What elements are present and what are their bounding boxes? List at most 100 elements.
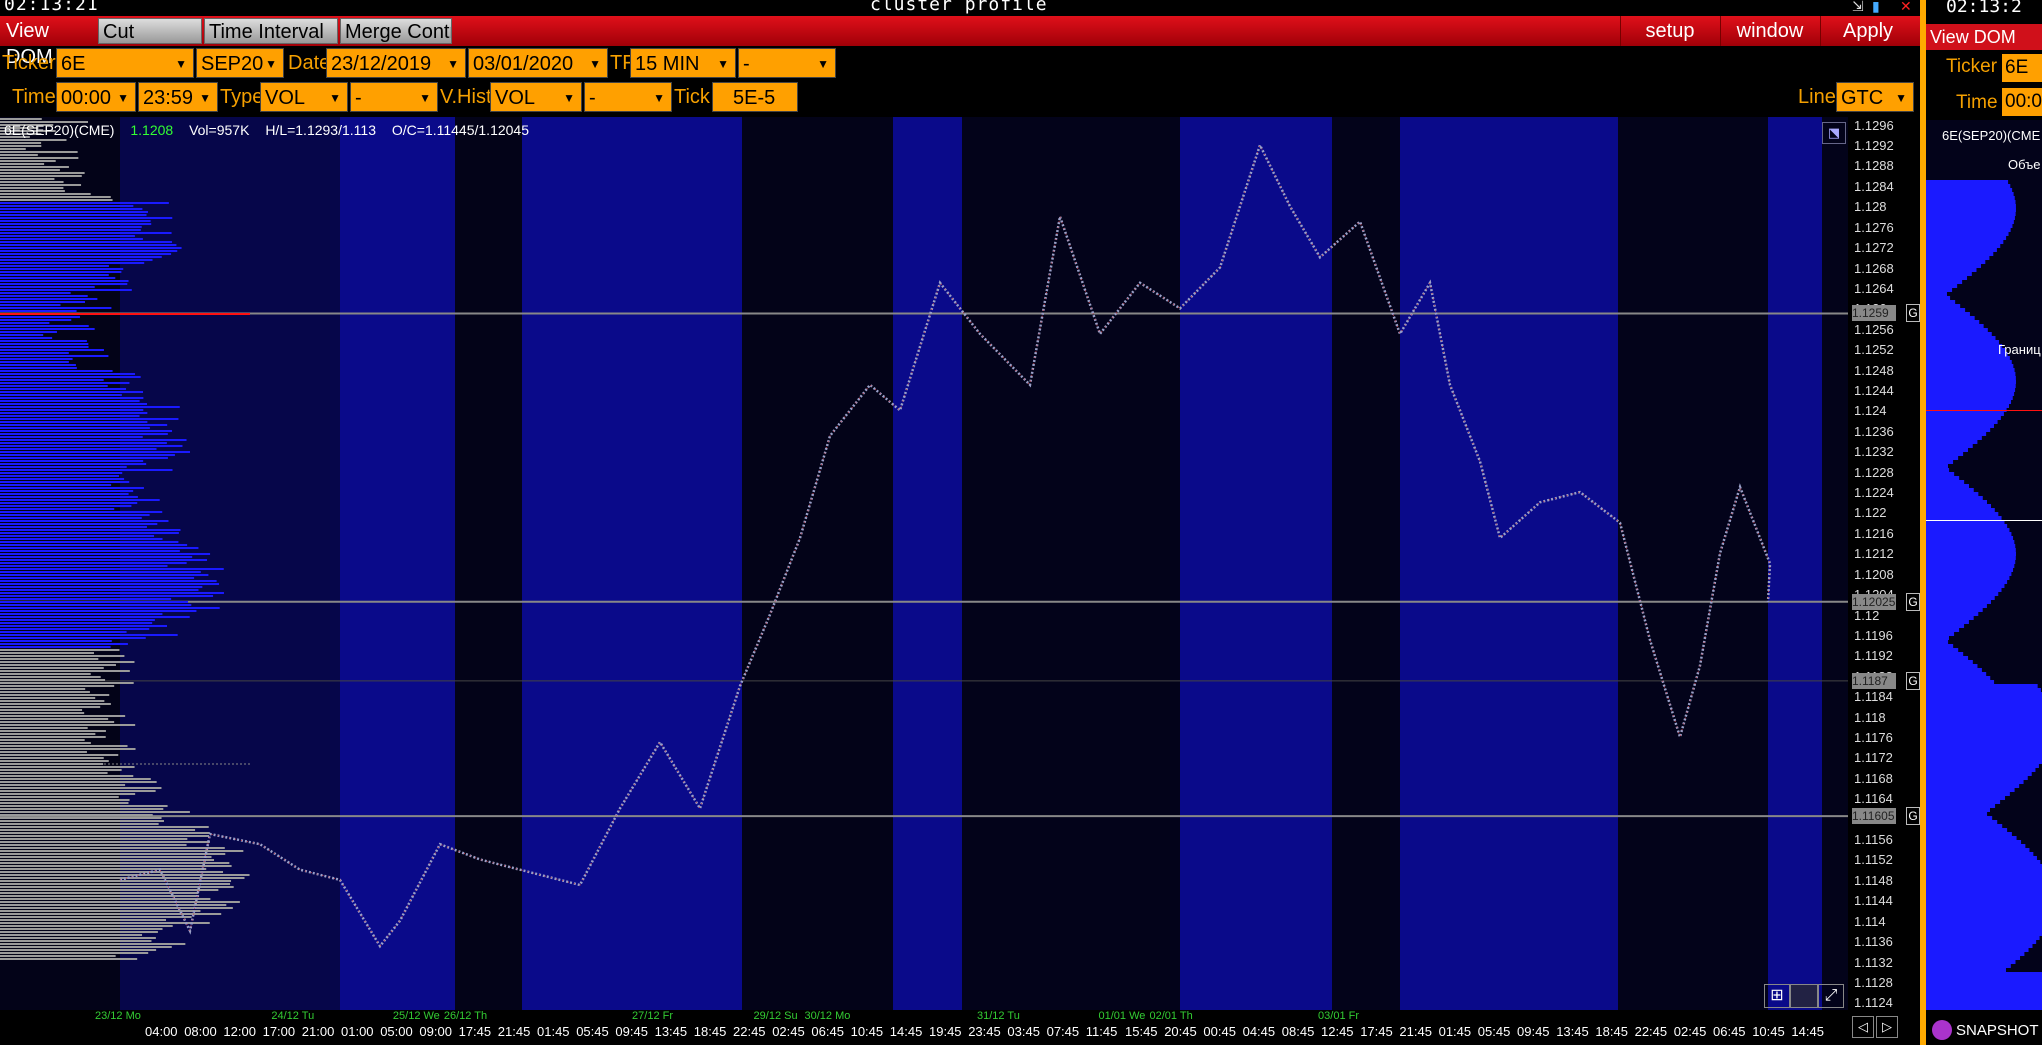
side-profile-mask (1978, 492, 2042, 496)
window-button[interactable]: window (1720, 16, 1819, 46)
side-profile-mask (1998, 512, 2042, 516)
volume-profile-bar (0, 817, 162, 819)
level-price-label[interactable]: 1.1187 (1852, 672, 1896, 689)
side-profile-mask (2009, 576, 2042, 580)
time-interval-button[interactable]: Time Interval (204, 18, 338, 44)
date-to-select[interactable]: 03/01/2020 ▼ (468, 48, 608, 78)
close-icon[interactable]: ✕ (1900, 0, 1912, 15)
volume-profile-bar (0, 196, 111, 198)
scroll-left-icon[interactable]: ◁ (1852, 1016, 1874, 1038)
level-gtc-marker[interactable]: G (1906, 592, 1920, 611)
volume-profile-bar (0, 739, 85, 741)
maximize-icon[interactable]: ▮ (1872, 0, 1880, 15)
volume-profile-bar (0, 226, 142, 228)
side-profile (1926, 180, 2042, 1010)
date-from-select[interactable]: 23/12/2019 ▼ (326, 48, 466, 78)
level-gtc-marker[interactable]: G (1906, 671, 1920, 690)
volume-profile-bar (0, 640, 112, 642)
apply-button[interactable]: Apply (1820, 16, 1915, 46)
level-gtc-marker[interactable]: G (1906, 304, 1920, 323)
expand-icon[interactable]: ⤢ (1818, 984, 1844, 1008)
snapshot-icon[interactable] (1932, 1020, 1952, 1040)
time-from-select[interactable]: 00:00 ▼ (56, 82, 136, 112)
side-profile-mask (1972, 660, 2042, 664)
volume-profile-bar (0, 949, 157, 951)
side-profile-mask (1983, 324, 2042, 328)
price-tick: 1.1212 (1854, 546, 1894, 562)
volume-profile-bar (0, 523, 158, 525)
level-price-label[interactable]: 1.11605 (1852, 808, 1896, 825)
side-profile-mask (2003, 412, 2042, 416)
side-profile-mask (2029, 848, 2042, 852)
level-gtc-marker[interactable]: G (1906, 807, 1920, 826)
volume-profile-bar (0, 334, 44, 336)
price-chart[interactable] (0, 117, 1848, 1010)
type-select[interactable]: VOL ▼ (260, 82, 348, 112)
line-select[interactable]: GTC ▼ (1836, 82, 1914, 112)
side-profile-mask (1998, 592, 2042, 596)
chevron-down-icon: ▼ (329, 91, 341, 105)
side-profile-mask (1968, 620, 2042, 624)
side-view-dom-button[interactable]: View DOM (1926, 24, 2042, 50)
volume-profile-bar (0, 373, 136, 375)
time-to-value: 23:59 (143, 87, 194, 109)
time-tick: 12:00 (223, 1024, 256, 1039)
volume-profile-bar (0, 895, 200, 897)
side-profile-mask (1977, 664, 2042, 668)
price-tick: 1.1184 (1854, 689, 1893, 705)
volume-profile-bar (0, 424, 168, 426)
time-tick: 23:45 (968, 1024, 1001, 1039)
contract-select[interactable]: SEP20 ▼ (196, 48, 284, 78)
timeframe-select[interactable]: 15 MIN ▼ (630, 48, 736, 78)
vhist-select[interactable]: VOL ▼ (490, 82, 582, 112)
snapshot-label[interactable]: SNAPSHOT (1956, 1022, 2039, 1039)
volume-profile-bar (0, 274, 109, 276)
setup-button[interactable]: setup (1620, 16, 1719, 46)
side-ticker-select[interactable]: 6E (2002, 54, 2042, 82)
side-profile-mask (1972, 444, 2042, 448)
time-tick: 21:00 (301, 1024, 335, 1039)
chevron-down-icon: ▼ (1895, 91, 1907, 105)
vhist-extra-select[interactable]: - ▼ (584, 82, 672, 112)
pin-icon[interactable]: ⇲ (1852, 0, 1864, 15)
tick-input[interactable]: 5E-5 (712, 82, 798, 112)
volume-profile-bar (0, 937, 156, 939)
crosshair-color-icon[interactable] (1790, 984, 1818, 1008)
volume-profile-bar (0, 346, 89, 348)
volume-profile-bar (0, 169, 60, 171)
grid-icon[interactable]: ⊞ (1764, 984, 1790, 1008)
volume-profile-bar (0, 631, 127, 633)
scroll-right-icon[interactable]: ▷ (1876, 1016, 1898, 1038)
level-price-label[interactable]: 1.1259 (1852, 305, 1896, 322)
side-profile-mask (2000, 800, 2042, 804)
type-value: VOL (265, 87, 306, 109)
view-dom-button[interactable]: View DOM (2, 18, 96, 68)
chart-area[interactable] (0, 117, 1848, 1010)
side-profile-mask (2015, 200, 2042, 204)
volume-profile-bar (0, 910, 201, 912)
volume-profile-bar (0, 163, 45, 165)
side-time-select[interactable]: 00:0 (2002, 88, 2042, 116)
date-tick: 24/12 Tu (271, 1010, 315, 1022)
chevron-down-icon: ▼ (589, 57, 601, 71)
level-price-label[interactable]: 1.12025 (1852, 593, 1896, 610)
timeframe-extra-select[interactable]: - ▼ (738, 48, 836, 78)
volume-profile-bar (0, 598, 172, 600)
volume-profile-bar (0, 550, 180, 552)
merge-contracts-button[interactable]: Merge Contr (340, 18, 452, 44)
time-to-select[interactable]: 23:59 ▼ (138, 82, 218, 112)
ticker-select[interactable]: 6E ▼ (56, 48, 194, 78)
cut-breaks-button[interactable]: Cut Breaks (98, 18, 202, 69)
volume-profile-bar (0, 340, 87, 342)
side-profile-mask (1995, 804, 2042, 808)
volume-profile-bar (0, 583, 220, 585)
tag-icon[interactable]: ⬔ (1822, 122, 1846, 144)
type-extra-select[interactable]: - ▼ (350, 82, 438, 112)
volume-profile-bar (0, 298, 98, 300)
volume-profile-bar (0, 271, 122, 273)
date-tick: 25/12 We (392, 1010, 440, 1022)
volume-profile-bar (0, 445, 183, 447)
volume-profile-bar (0, 706, 101, 708)
side-profile-mask (1953, 644, 2042, 648)
side-profile-mask (1949, 468, 2042, 472)
